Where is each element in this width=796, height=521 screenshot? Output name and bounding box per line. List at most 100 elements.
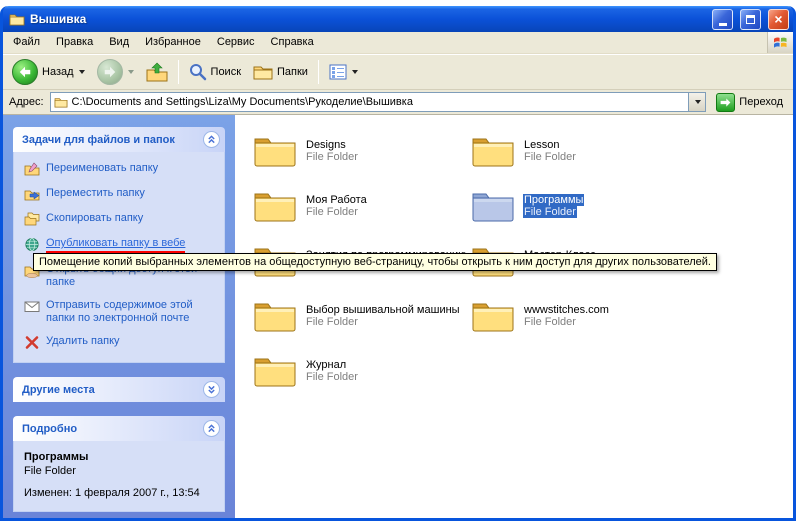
forward-icon: [97, 59, 123, 85]
file-tile[interactable]: Lesson File Folder: [471, 123, 689, 178]
details-panel: Подробно Программы File Folder Изменен: …: [13, 416, 225, 512]
title-bar[interactable]: Вышивка ×: [3, 6, 793, 32]
back-icon: [12, 59, 38, 85]
address-label: Адрес:: [9, 96, 44, 108]
details-header[interactable]: Подробно: [13, 416, 225, 441]
views-button[interactable]: [324, 62, 363, 82]
file-tile[interactable]: Программы File Folder: [471, 178, 689, 233]
search-icon: [189, 63, 207, 81]
views-icon: [329, 64, 347, 80]
publish-web-icon: [24, 237, 40, 252]
folders-button[interactable]: Папки: [248, 62, 313, 82]
details-file-type: File Folder: [24, 465, 216, 477]
folder-icon: [471, 134, 515, 168]
folder-icon: [471, 189, 515, 223]
menu-item[interactable]: Справка: [263, 32, 322, 53]
file-tile[interactable]: Моя Работа File Folder: [253, 178, 471, 233]
back-label: Назад: [42, 66, 74, 78]
task-label: Удалить папку: [46, 335, 120, 348]
other-places-title: Другие места: [22, 384, 95, 396]
menu-item[interactable]: Вид: [101, 32, 137, 53]
file-name: Программы: [523, 194, 584, 206]
menu-items: ФайлПравкаВидИзбранноеСервисСправка: [5, 32, 322, 53]
maximize-button[interactable]: [740, 9, 761, 30]
file-tile[interactable]: wwwstitches.com File Folder: [471, 288, 689, 343]
menu-item[interactable]: Избранное: [137, 32, 209, 53]
task-item[interactable]: Удалить папку: [24, 335, 220, 350]
close-button[interactable]: ×: [768, 9, 789, 30]
content-area: Задачи для файлов и папок Переименовать …: [3, 115, 793, 518]
file-type: File Folder: [523, 151, 577, 163]
file-type: File Folder: [305, 206, 368, 218]
file-tasks-header[interactable]: Задачи для файлов и папок: [13, 127, 225, 152]
file-type: File Folder: [305, 151, 359, 163]
toolbar: Назад Поиск Папки: [3, 54, 793, 90]
search-button[interactable]: Поиск: [184, 61, 246, 83]
menu-item[interactable]: Правка: [48, 32, 101, 53]
menu-item[interactable]: Файл: [5, 32, 48, 53]
file-tile[interactable]: Выбор вышивальной машины File Folder: [253, 288, 471, 343]
address-bar: Адрес: C:\Documents and Settings\Liza\My…: [3, 90, 793, 115]
other-places-panel: Другие места: [13, 377, 225, 402]
menu-item[interactable]: Сервис: [209, 32, 263, 53]
task-label: Опубликовать папку в вебе: [46, 237, 185, 253]
task-item[interactable]: Отправить содержимое этой папки по элект…: [24, 299, 220, 325]
file-name: Выбор вышивальной машины: [305, 304, 461, 316]
address-input[interactable]: C:\Documents and Settings\Liza\My Docume…: [50, 92, 707, 112]
menu-bar: ФайлПравкаВидИзбранноеСервисСправка: [3, 32, 793, 54]
task-label: Отправить содержимое этой папки по элект…: [46, 299, 220, 325]
up-button[interactable]: [141, 60, 173, 84]
file-type: File Folder: [523, 206, 584, 218]
window-title: Вышивка: [30, 12, 705, 26]
collapse-chevron-icon[interactable]: [203, 131, 220, 148]
address-path: C:\Documents and Settings\Liza\My Docume…: [72, 96, 685, 108]
go-icon: [716, 93, 735, 112]
go-button[interactable]: Переход: [712, 92, 787, 113]
back-dropdown-icon[interactable]: [79, 70, 85, 74]
details-file-name: Программы: [24, 451, 216, 463]
file-name: Lesson: [523, 139, 577, 151]
email-icon: [24, 299, 40, 314]
search-label: Поиск: [211, 66, 241, 78]
folders-icon: [253, 64, 273, 80]
address-dropdown-button[interactable]: [688, 93, 705, 111]
task-item[interactable]: Переименовать папку: [24, 162, 220, 177]
folder-icon: [253, 189, 297, 223]
file-name: wwwstitches.com: [523, 304, 610, 316]
folder-icon: [253, 134, 297, 168]
file-tile[interactable]: Designs File Folder: [253, 123, 471, 178]
forward-button[interactable]: [92, 57, 139, 87]
file-type: File Folder: [305, 316, 461, 328]
toolbar-separator: [318, 60, 319, 84]
go-label: Переход: [739, 96, 783, 108]
address-folder-icon: [54, 96, 68, 108]
copy-folder-icon: [24, 212, 40, 227]
folder-icon: [253, 354, 297, 388]
window-folder-icon: [9, 12, 25, 26]
up-folder-icon: [146, 62, 168, 82]
task-label: Переместить папку: [46, 187, 145, 200]
task-label: Скопировать папку: [46, 212, 143, 225]
task-item[interactable]: Опубликовать папку в вебе: [24, 237, 220, 253]
toolbar-separator: [178, 60, 179, 84]
collapse-chevron-icon[interactable]: [203, 420, 220, 437]
file-list: Designs File Folder Lesson File Folder М…: [235, 115, 793, 518]
details-title: Подробно: [22, 423, 77, 435]
expand-chevron-icon[interactable]: [203, 381, 220, 398]
file-type: File Folder: [305, 371, 359, 383]
forward-dropdown-icon: [128, 70, 134, 74]
rename-folder-icon: [24, 162, 40, 177]
back-button[interactable]: Назад: [7, 57, 90, 87]
file-tile[interactable]: Журнал File Folder: [253, 343, 471, 398]
minimize-button[interactable]: [712, 9, 733, 30]
file-name: Designs: [305, 139, 359, 151]
views-dropdown-icon[interactable]: [352, 70, 358, 74]
other-places-header[interactable]: Другие места: [13, 377, 225, 402]
task-item[interactable]: Переместить папку: [24, 187, 220, 202]
task-pane: Задачи для файлов и папок Переименовать …: [3, 115, 235, 518]
file-tasks-panel: Задачи для файлов и папок Переименовать …: [13, 127, 225, 363]
windows-logo-icon: [767, 32, 793, 53]
details-body: Программы File Folder Изменен: 1 февраля…: [13, 441, 225, 512]
details-modified: Изменен: 1 февраля 2007 г., 13:54: [24, 487, 216, 499]
task-item[interactable]: Скопировать папку: [24, 212, 220, 227]
